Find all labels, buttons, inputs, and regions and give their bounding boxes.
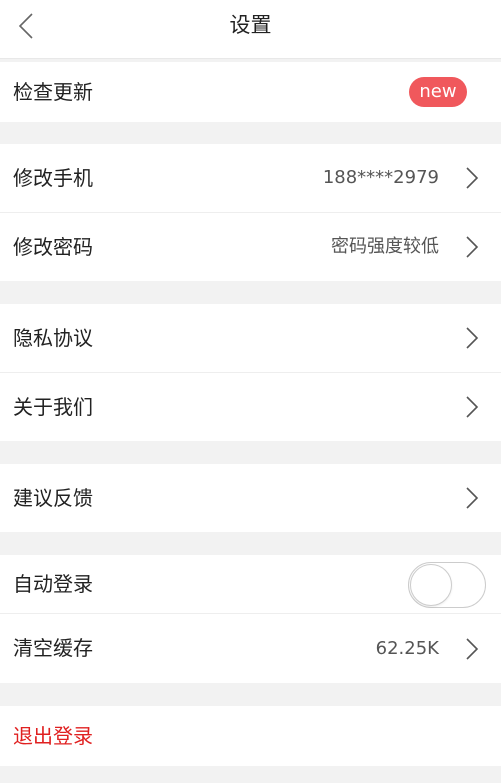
row-label: 建议反馈 [13,486,93,510]
row-label: 隐私协议 [13,326,93,350]
chevron-right-icon [465,235,479,259]
chevron-right-icon [465,486,479,510]
logout-label: 退出登录 [13,724,93,748]
row-label: 关于我们 [13,395,93,419]
row-feedback[interactable]: 建议反馈 [0,464,501,532]
row-label: 清空缓存 [13,636,93,660]
auto-login-toggle[interactable] [408,562,486,608]
new-badge: new [409,77,467,107]
logout-button[interactable]: 退出登录 [0,706,501,766]
phone-value: 188****2979 [322,167,439,188]
row-clear-cache[interactable]: 清空缓存 62.25K [0,614,501,683]
chevron-right-icon [465,637,479,661]
chevron-right-icon [465,395,479,419]
cache-size-value: 62.25K [375,638,439,659]
password-strength-value: 密码强度较低 [331,236,439,257]
row-label: 修改密码 [13,235,93,259]
page-title: 设置 [229,13,272,37]
row-change-password[interactable]: 修改密码 密码强度较低 [0,213,501,281]
row-change-phone[interactable]: 修改手机 188****2979 [0,144,501,212]
chevron-right-icon [465,326,479,350]
header-bar: 设置 [0,0,501,59]
toggle-knob [410,564,452,606]
row-label: 自动登录 [13,572,93,596]
row-about-us[interactable]: 关于我们 [0,373,501,441]
chevron-right-icon [465,166,479,190]
row-privacy-policy[interactable]: 隐私协议 [0,304,501,372]
row-label: 修改手机 [13,166,93,190]
row-label: 检查更新 [13,80,93,104]
